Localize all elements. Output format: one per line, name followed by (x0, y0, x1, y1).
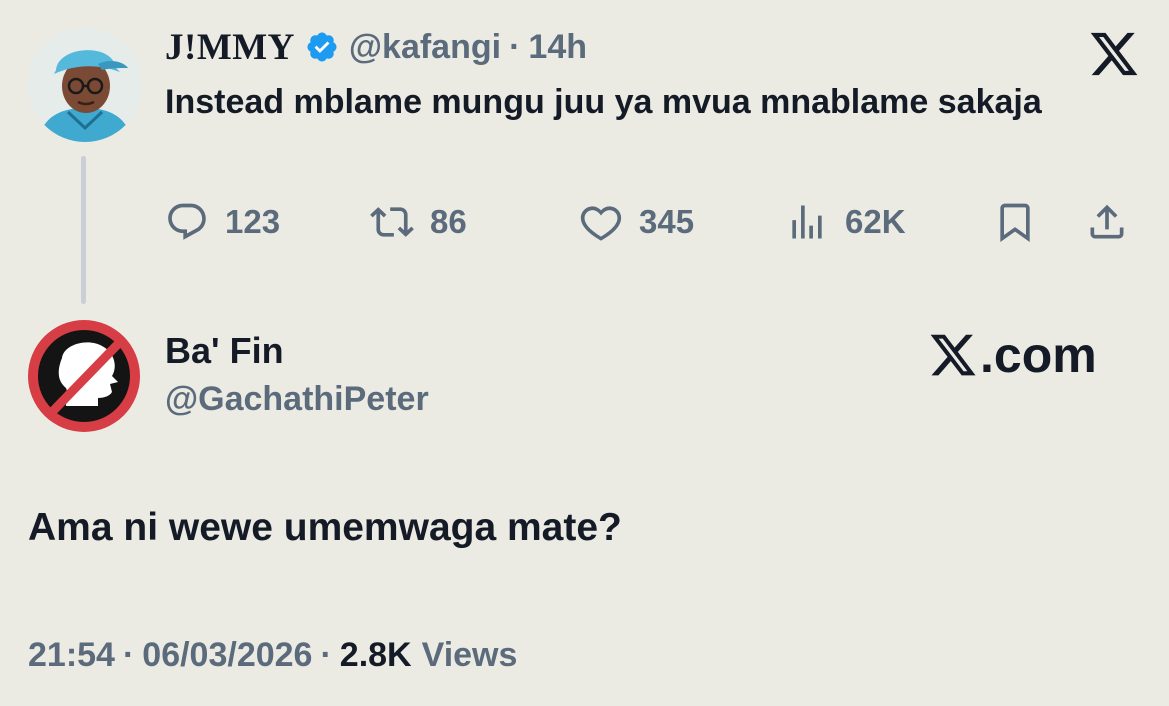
quoted-tweet-time[interactable]: 14h (528, 28, 587, 67)
avatar-illustration (28, 28, 142, 142)
avatar-jimmy[interactable] (28, 28, 142, 142)
like-button[interactable]: 345 (579, 196, 694, 248)
bookmark-button[interactable] (993, 196, 1037, 248)
quoted-author-handle[interactable]: @kafangi (349, 28, 501, 67)
site-label: .com (980, 327, 1097, 383)
views-icon (792, 205, 822, 239)
repost-count: 86 (430, 203, 467, 240)
x-logo-icon[interactable] (1088, 30, 1140, 78)
verified-badge-icon (307, 32, 337, 62)
repost-button[interactable]: 86 (370, 196, 467, 248)
thread-connector-line (81, 156, 86, 304)
x-logo-icon (930, 334, 976, 376)
share-button[interactable] (1085, 196, 1129, 248)
meta-separator: · (320, 636, 332, 674)
tweet-time[interactable]: 21:54 (28, 636, 115, 675)
header-separator: · (509, 27, 521, 66)
views-number: 2.8K (339, 636, 412, 674)
reply-icon (168, 203, 206, 240)
quoted-tweet-header: J!MMY @kafangi · 14h (165, 24, 587, 70)
bookmark-icon (1000, 203, 1030, 243)
quoted-tweet-text: Instead mblame mungu juu ya mvua mnablam… (165, 83, 1042, 121)
reply-tweet-text: Ama ni wewe umemwaga mate? (28, 506, 622, 549)
reply-count: 123 (225, 203, 281, 240)
share-icon (1090, 204, 1124, 239)
reply-author-handle[interactable]: @GachathiPeter (165, 380, 429, 419)
reply-button[interactable]: 123 (165, 196, 280, 248)
quoted-author-name[interactable]: J!MMY (165, 26, 295, 69)
repost-icon (370, 207, 414, 237)
avatar-bafin[interactable] (26, 318, 142, 434)
tweet-meta: 21:54 · 06/03/2026 · 2.8K Views (28, 636, 517, 675)
tweet-actions-bar: 123 86 345 62K (165, 196, 1140, 248)
views-label: Views (421, 636, 518, 674)
like-icon (580, 206, 622, 241)
tweet-date[interactable]: 06/03/2026 (142, 636, 312, 675)
like-count: 345 (639, 203, 695, 240)
views-count: 62K (845, 203, 906, 240)
reply-author-name[interactable]: Ba' Fin (165, 330, 284, 372)
xcom-watermark: .com (928, 327, 1097, 383)
meta-separator: · (122, 636, 135, 674)
views-button[interactable]: 62K (785, 196, 906, 248)
